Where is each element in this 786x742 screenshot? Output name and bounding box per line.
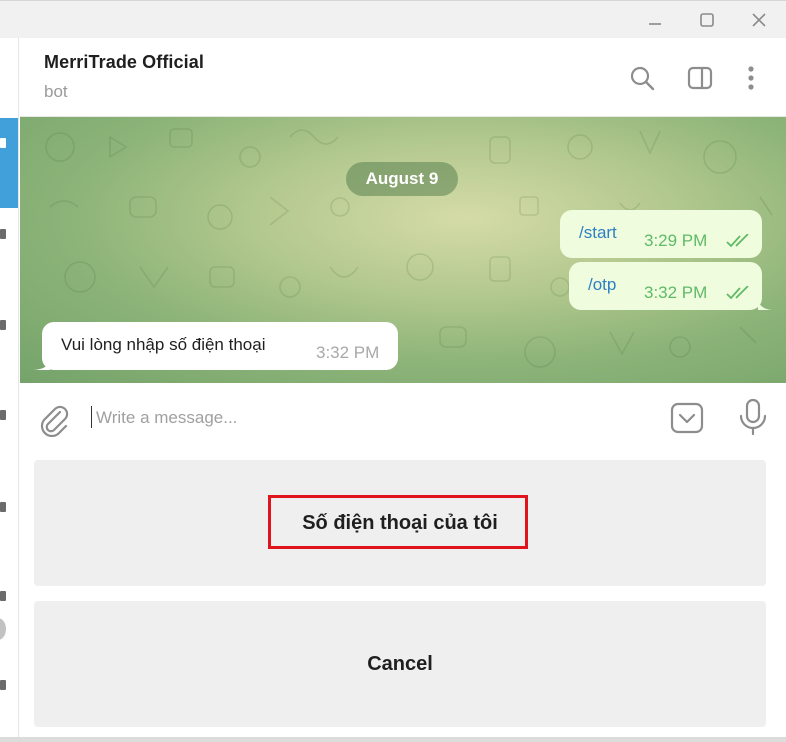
more-vertical-icon (748, 66, 754, 90)
more-menu-button[interactable] (735, 62, 767, 94)
text-caret (91, 406, 92, 428)
sidebar-toggle-icon (687, 66, 713, 90)
message-time: 3:32 PM (316, 343, 380, 362)
close-icon (752, 13, 766, 27)
cancel-button[interactable]: Cancel (34, 601, 766, 727)
incoming-message[interactable]: Vui lòng nhập số điện thoại 3:32 PM (42, 322, 398, 370)
close-button[interactable] (742, 5, 776, 35)
search-icon (630, 66, 655, 91)
minimize-icon (649, 23, 661, 25)
chat-subtitle: bot (44, 82, 68, 101)
message-text: Vui lòng nhập số điện thoại (61, 335, 266, 354)
paperclip-icon[interactable] (38, 403, 70, 437)
chat-list-fragment (0, 591, 6, 601)
bubble-tail (758, 300, 772, 310)
search-button[interactable] (626, 62, 658, 94)
message-command-link[interactable]: /otp (588, 275, 616, 295)
chat-messages-area[interactable]: August 9 /start 3:29 PM /otp 3:32 PM Vui… (20, 117, 786, 383)
message-composer (20, 383, 786, 455)
maximize-button[interactable] (690, 5, 724, 35)
selected-chat-highlight[interactable] (0, 118, 18, 208)
outgoing-message[interactable]: /otp 3:32 PM (569, 262, 762, 310)
read-double-check-icon (726, 286, 749, 300)
window-bottom-edge (0, 737, 786, 742)
chat-title[interactable]: MerriTrade Official (44, 52, 204, 73)
outgoing-message[interactable]: /start 3:29 PM (560, 210, 762, 258)
message-command-link[interactable]: /start (579, 223, 617, 243)
message-time: 3:32 PM (644, 283, 708, 302)
date-separator: August 9 (346, 162, 458, 196)
keyboard-toggle-icon[interactable] (670, 401, 704, 435)
maximize-icon (700, 13, 714, 27)
bubble-tail (34, 360, 50, 370)
chat-header: MerriTrade Official bot (20, 38, 786, 117)
minimize-button[interactable] (638, 5, 672, 35)
chat-list-fragment (0, 502, 6, 512)
chat-list-fragment (0, 138, 6, 148)
button-label: Cancel (367, 652, 433, 675)
read-double-check-icon (726, 234, 749, 248)
message-time: 3:29 PM (644, 231, 708, 250)
chat-list-fragment (0, 320, 6, 330)
chat-list-sidebar[interactable] (0, 38, 19, 742)
sidebar-toggle-button[interactable] (684, 62, 716, 94)
share-phone-number-button[interactable]: Số điện thoại của tôi (34, 460, 766, 586)
chat-list-fragment (0, 229, 6, 239)
avatar (0, 618, 6, 640)
button-label: Số điện thoại của tôi (302, 511, 498, 534)
chat-list-fragment (0, 680, 6, 690)
microphone-icon[interactable] (737, 398, 769, 436)
window-titlebar (0, 0, 786, 38)
message-input[interactable] (96, 403, 646, 433)
chat-list-fragment (0, 410, 6, 420)
bot-reply-keyboard: Số điện thoại của tôi Cancel (20, 455, 786, 742)
